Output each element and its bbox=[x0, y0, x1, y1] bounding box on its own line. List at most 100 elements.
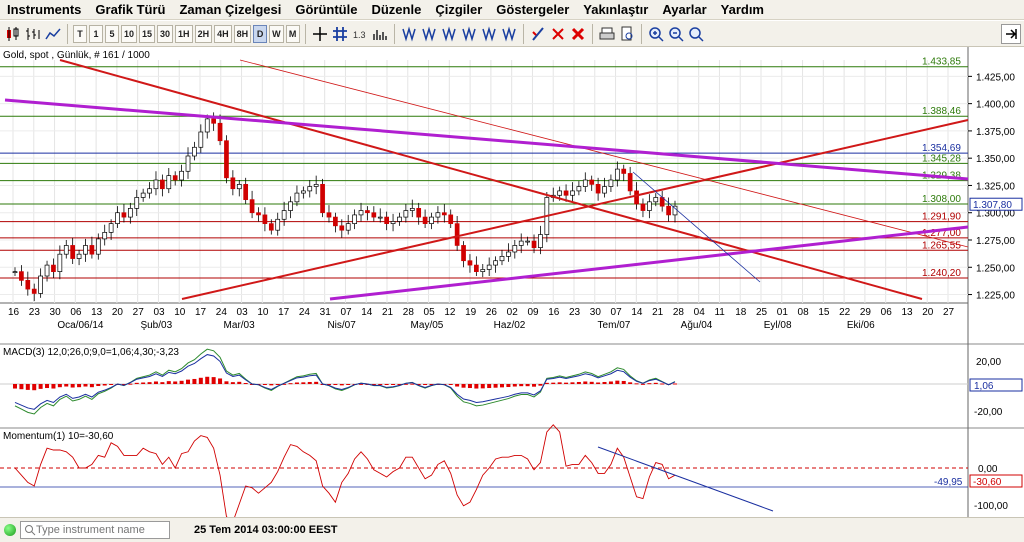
macd-histogram-bar bbox=[461, 384, 466, 388]
candle-body bbox=[493, 260, 498, 266]
candle-body bbox=[499, 256, 505, 262]
timeframe-button-M[interactable]: M bbox=[285, 24, 300, 43]
candle-body bbox=[582, 179, 588, 187]
instrument-search-input[interactable] bbox=[36, 524, 166, 536]
level-tag: 1.388,46 bbox=[922, 106, 961, 117]
timeframe-button-5[interactable]: 5 bbox=[105, 24, 119, 43]
channel-tool-icon[interactable] bbox=[420, 25, 438, 43]
timeframe-button-1[interactable]: 1 bbox=[89, 24, 103, 43]
candle-body bbox=[486, 264, 492, 270]
candle-body bbox=[95, 238, 101, 255]
chart-area: 16 23 30 06 13 20 27 03 10 17 24 03 10 17 24 31 07 14 21 28… bbox=[0, 47, 1024, 523]
macd-histogram-bar bbox=[570, 382, 575, 384]
exit-fullscreen-button[interactable] bbox=[1001, 24, 1021, 44]
macd-histogram-bar bbox=[166, 381, 171, 384]
timeframe-button-8H[interactable]: 8H bbox=[233, 24, 252, 43]
day-tick: 07 bbox=[340, 307, 352, 318]
timeframe-button-2H[interactable]: 2H bbox=[194, 24, 213, 43]
timeframe-button-T[interactable]: T bbox=[73, 24, 87, 43]
menu-8[interactable]: Ayarlar bbox=[655, 2, 713, 17]
day-tick: 03 bbox=[153, 307, 165, 318]
candle-body bbox=[300, 190, 306, 194]
macd-scale-top: 20,00 bbox=[976, 357, 1001, 368]
candle-body bbox=[441, 212, 447, 216]
macd-histogram-bar bbox=[576, 381, 581, 384]
timeframe-button-D[interactable]: D bbox=[253, 24, 268, 43]
macd-histogram-bar bbox=[333, 384, 338, 386]
chart-canvas[interactable]: 16 23 30 06 13 20 27 03 10 17 24 03 10 17 24 31 07 14 21 28… bbox=[0, 47, 1024, 523]
month-label: May/05 bbox=[411, 320, 444, 331]
instrument-search[interactable] bbox=[20, 521, 170, 539]
zoom-in-icon[interactable] bbox=[647, 25, 665, 43]
separator bbox=[304, 23, 306, 44]
timeframe-button-10[interactable]: 10 bbox=[121, 24, 138, 43]
delete-all-lines-icon[interactable] bbox=[569, 25, 587, 43]
timeframe-button-4H[interactable]: 4H bbox=[214, 24, 232, 43]
crosshair-icon[interactable] bbox=[311, 25, 329, 43]
fan-tool-icon[interactable] bbox=[460, 25, 478, 43]
price-label: 1.425,00 bbox=[976, 72, 1015, 83]
candle-body bbox=[281, 210, 287, 220]
day-tick: 10 bbox=[257, 307, 269, 318]
delete-line-icon[interactable] bbox=[549, 25, 567, 43]
candle-body bbox=[653, 197, 659, 203]
macd-histogram-bar bbox=[57, 384, 62, 388]
menu-2[interactable]: Zaman Çizelgesi bbox=[172, 2, 288, 17]
print-icon[interactable] bbox=[598, 25, 616, 43]
momentum-line bbox=[14, 424, 676, 523]
candle-body bbox=[339, 225, 345, 231]
candlestick-chart-icon[interactable] bbox=[4, 25, 22, 43]
macd-histogram-bar bbox=[96, 384, 101, 387]
menu-0[interactable]: Instruments bbox=[0, 2, 88, 17]
ray-tool-icon[interactable] bbox=[500, 25, 518, 43]
bar-chart-icon[interactable] bbox=[24, 25, 42, 43]
timeframe-button-W[interactable]: W bbox=[269, 24, 284, 43]
timeframe-button-15[interactable]: 15 bbox=[139, 24, 156, 43]
macd-histogram-bar bbox=[544, 382, 549, 384]
menu-1[interactable]: Grafik Türü bbox=[88, 2, 172, 17]
menu-4[interactable]: Düzenle bbox=[364, 2, 428, 17]
day-tick: 26 bbox=[486, 307, 498, 318]
arc-tool-icon[interactable] bbox=[480, 25, 498, 43]
timeframe-button-30[interactable]: 30 bbox=[157, 24, 174, 43]
menu-7[interactable]: Yakınlaştır bbox=[576, 2, 655, 17]
candle-body bbox=[185, 155, 191, 172]
day-tick: 27 bbox=[133, 307, 145, 318]
zoom-reset-icon[interactable] bbox=[687, 25, 705, 43]
macd-histogram-bar bbox=[493, 384, 498, 388]
menu-9[interactable]: Yardım bbox=[714, 2, 771, 17]
grid-icon[interactable] bbox=[331, 25, 349, 43]
menu-5[interactable]: Çizgiler bbox=[428, 2, 489, 17]
macd-histogram-bar bbox=[109, 384, 114, 385]
candle-body bbox=[230, 177, 236, 190]
trendline-tool-icon[interactable] bbox=[400, 25, 418, 43]
candle-body bbox=[621, 168, 627, 174]
timeframe-group: T 1 5 10 15 30 1H 2H 4H 8H D W M bbox=[72, 24, 301, 43]
macd-histogram-bar bbox=[224, 381, 229, 384]
macd-histogram-bar bbox=[237, 381, 242, 384]
current-price-label: 1.307,80 bbox=[973, 200, 1012, 211]
macd-histogram-bar bbox=[141, 382, 146, 384]
macd-histogram-bar bbox=[77, 384, 82, 388]
macd-histogram-bar bbox=[205, 376, 210, 384]
macd-histogram-bar bbox=[19, 384, 24, 390]
line-chart-icon[interactable] bbox=[44, 25, 62, 43]
fibonacci-tool-icon[interactable] bbox=[440, 25, 458, 43]
day-tick: 10 bbox=[174, 307, 186, 318]
menu-3[interactable]: Görüntüle bbox=[288, 2, 364, 17]
zoom-out-icon[interactable] bbox=[667, 25, 685, 43]
timeframe-button-1H[interactable]: 1H bbox=[175, 24, 193, 43]
data-labels-icon[interactable]: 1.3 bbox=[351, 25, 369, 43]
macd-histogram-bar bbox=[499, 384, 504, 388]
macd-histogram-bar bbox=[160, 382, 165, 384]
macd-histogram-bar bbox=[51, 384, 56, 389]
day-tick: 23 bbox=[29, 307, 41, 318]
momentum-trend-value: -49,95 bbox=[934, 477, 963, 488]
day-tick: 30 bbox=[590, 307, 602, 318]
print-preview-icon[interactable] bbox=[618, 25, 636, 43]
candle-body bbox=[634, 190, 639, 205]
volume-icon[interactable] bbox=[371, 25, 389, 43]
select-tool-icon[interactable] bbox=[529, 25, 547, 43]
menu-6[interactable]: Göstergeler bbox=[489, 2, 576, 17]
macd-histogram-bar bbox=[288, 383, 293, 385]
